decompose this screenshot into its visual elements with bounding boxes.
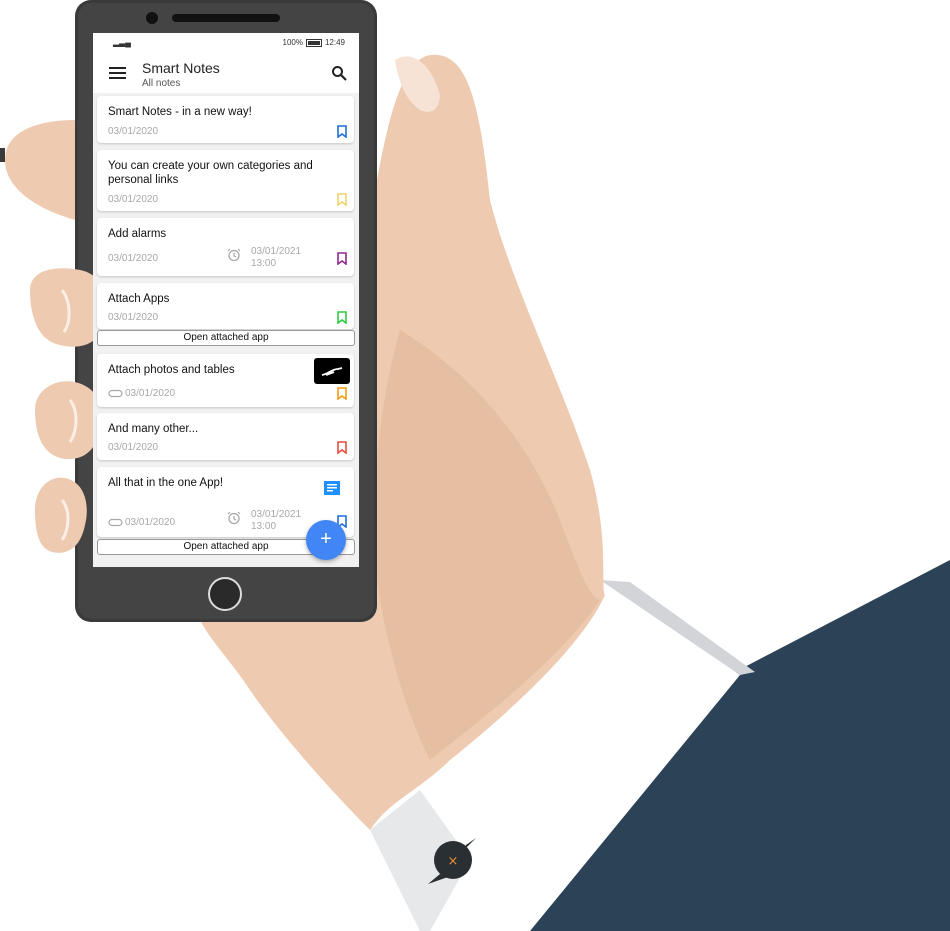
search-icon[interactable]	[331, 65, 347, 81]
app-bar: Smart Notes All notes	[93, 53, 359, 93]
battery-icon	[305, 38, 322, 47]
note-title: Smart Notes - in a new way!	[108, 106, 252, 118]
note-card[interactable]: And many other... 03/01/2020	[97, 413, 354, 460]
note-date: 03/01/2020	[125, 517, 176, 528]
bookmark-icon[interactable]	[337, 252, 347, 265]
alarm-icon	[227, 248, 241, 262]
note-card[interactable]: Attach photos and tables 03/01/2020	[97, 354, 354, 407]
app-subtitle: All notes	[142, 78, 181, 89]
note-date: 03/01/2020	[125, 388, 176, 399]
note-card[interactable]: Add alarms 03/01/2020 03/01/2021 13:00	[97, 218, 354, 276]
alarm-date: 03/01/2021	[251, 246, 302, 257]
note-date: 03/01/2020	[108, 312, 159, 323]
note-date: 03/01/2020	[108, 126, 159, 137]
alarm-time: 13:00	[251, 521, 277, 532]
bookmark-icon[interactable]	[337, 125, 347, 138]
table-icon[interactable]	[324, 481, 340, 497]
note-date: 03/01/2020	[108, 194, 159, 205]
note-title: All that in the one App!	[108, 477, 224, 489]
alarm-info: 03/01/2021 13:00	[227, 509, 302, 533]
signal-icon: ▂▃▄	[113, 38, 131, 47]
note-title: Attach photos and tables	[108, 364, 235, 376]
paperclip-icon	[108, 518, 123, 527]
phone-screen: ▂▃▄ 100% 12:49 Smart Notes All notes Sma…	[93, 33, 359, 567]
bookmark-icon[interactable]	[337, 387, 347, 400]
paperclip-icon	[108, 389, 123, 398]
menu-icon[interactable]	[109, 67, 126, 80]
note-title: You can create your own categories and p…	[108, 160, 313, 186]
note-card[interactable]: You can create your own categories and p…	[97, 150, 354, 211]
note-date: 03/01/2020	[108, 442, 159, 453]
note-title: And many other...	[108, 423, 199, 435]
battery-percent: 100%	[282, 38, 303, 47]
alarm-date: 03/01/2021	[251, 509, 302, 520]
svg-text:×: ×	[448, 854, 459, 869]
open-attached-app-button[interactable]: Open attached app	[97, 330, 355, 346]
clock: 12:49	[324, 38, 345, 47]
alarm-icon	[227, 511, 241, 525]
status-bar: ▂▃▄ 100% 12:49	[93, 33, 359, 53]
home-button	[208, 577, 242, 611]
bookmark-icon[interactable]	[337, 441, 347, 454]
attached-image[interactable]	[314, 358, 350, 384]
note-card[interactable]: Smart Notes - in a new way! 03/01/2020	[97, 96, 354, 143]
app-title: Smart Notes	[142, 60, 220, 76]
bookmark-icon[interactable]	[337, 193, 347, 206]
note-title: Attach Apps	[108, 293, 170, 305]
finger-2	[35, 381, 102, 460]
note-title: Add alarms	[108, 228, 167, 240]
bookmark-icon[interactable]	[337, 311, 347, 324]
note-card[interactable]: Attach Apps 03/01/2020	[97, 283, 354, 329]
alarm-time: 13:00	[251, 258, 277, 269]
alarm-info: 03/01/2021 13:00	[227, 246, 302, 270]
add-note-button[interactable]: +	[306, 520, 346, 560]
note-date: 03/01/2020	[108, 253, 159, 264]
